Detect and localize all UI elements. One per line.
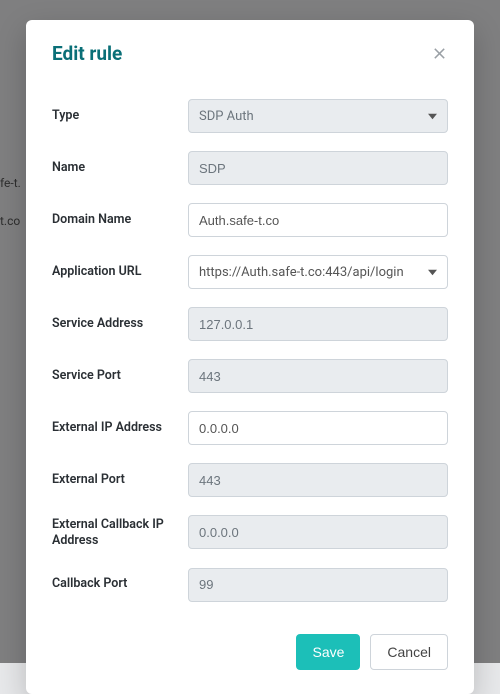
- select-application-url[interactable]: https://Auth.safe-t.co:443/api/login: [188, 255, 448, 289]
- input-external-port[interactable]: [188, 463, 448, 497]
- label-name: Name: [52, 160, 188, 176]
- row-service-port: Service Port: [52, 359, 448, 393]
- label-application-url: Application URL: [52, 264, 188, 280]
- label-service-port: Service Port: [52, 368, 188, 384]
- edit-rule-modal: Edit rule Type SDP Auth Name: [26, 20, 474, 694]
- row-callback-ip: External Callback IP Address: [52, 515, 448, 550]
- close-icon[interactable]: [430, 45, 448, 63]
- input-service-port[interactable]: [188, 359, 448, 393]
- input-callback-ip[interactable]: [188, 515, 448, 549]
- select-type-value: SDP Auth: [199, 109, 254, 124]
- label-service-address: Service Address: [52, 316, 188, 332]
- input-service-address[interactable]: [188, 307, 448, 341]
- input-name[interactable]: [188, 151, 448, 185]
- modal-title: Edit rule: [52, 42, 122, 65]
- select-type[interactable]: SDP Auth: [188, 99, 448, 133]
- row-application-url: Application URL https://Auth.safe-t.co:4…: [52, 255, 448, 289]
- label-type: Type: [52, 108, 188, 124]
- label-external-port: External Port: [52, 472, 188, 488]
- input-domain-name[interactable]: [188, 203, 448, 237]
- label-callback-port: Callback Port: [52, 576, 188, 592]
- input-callback-port[interactable]: [188, 568, 448, 602]
- save-button[interactable]: Save: [296, 634, 360, 670]
- input-external-ip[interactable]: [188, 411, 448, 445]
- row-service-address: Service Address: [52, 307, 448, 341]
- modal-header: Edit rule: [52, 42, 448, 65]
- chevron-down-icon: [428, 265, 437, 280]
- modal-footer: Save Cancel: [52, 634, 448, 670]
- row-callback-port: Callback Port: [52, 568, 448, 602]
- row-external-ip: External IP Address: [52, 411, 448, 445]
- row-domain-name: Domain Name: [52, 203, 448, 237]
- label-callback-ip: External Callback IP Address: [52, 515, 188, 550]
- select-application-url-value: https://Auth.safe-t.co:443/api/login: [199, 265, 404, 280]
- row-name: Name: [52, 151, 448, 185]
- modal-overlay: Edit rule Type SDP Auth Name: [0, 0, 500, 663]
- chevron-down-icon: [428, 109, 437, 124]
- row-type: Type SDP Auth: [52, 99, 448, 133]
- row-external-port: External Port: [52, 463, 448, 497]
- label-external-ip: External IP Address: [52, 420, 188, 436]
- label-domain-name: Domain Name: [52, 212, 188, 228]
- cancel-button[interactable]: Cancel: [370, 634, 448, 670]
